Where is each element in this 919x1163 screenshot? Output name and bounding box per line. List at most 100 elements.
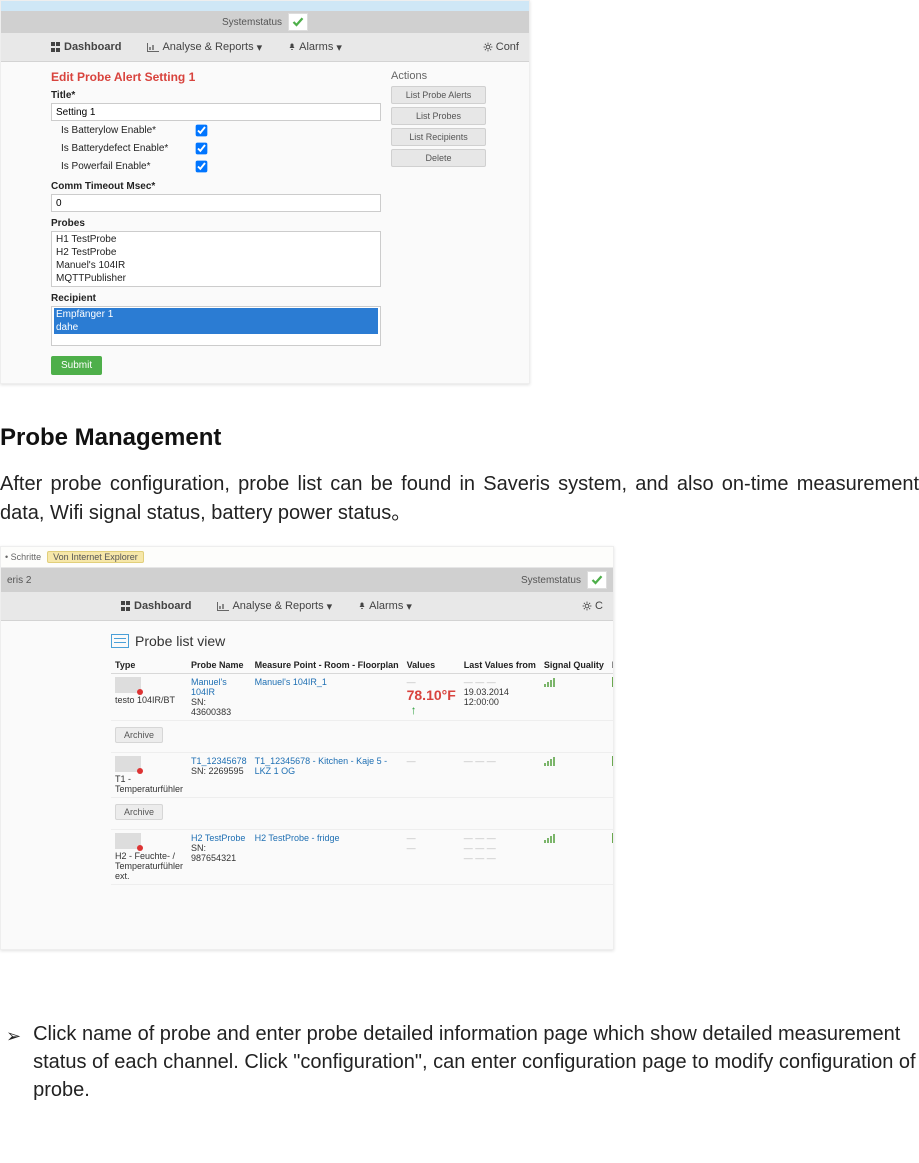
col-name: Probe Name — [187, 657, 251, 674]
list-item[interactable]: Empfänger 1 — [54, 308, 378, 321]
last-dash: — — — — [464, 853, 536, 863]
list-item[interactable]: MQTTPublisher — [54, 272, 378, 285]
probe-name-link[interactable]: T1_12345678 — [191, 756, 247, 766]
table-row: H2 - Feuchte- / Temperaturfühler ext. H2… — [111, 830, 614, 885]
paragraph: After probe configuration, probe list ca… — [0, 470, 919, 528]
last-dash: — — — — [464, 756, 496, 766]
nav-dashboard[interactable]: Dashboard — [41, 41, 131, 53]
list-icon — [111, 634, 129, 648]
last-values-from: 19.03.2014 12:00:00 — [464, 687, 509, 707]
list-item[interactable]: H1 TestProbe — [54, 233, 378, 246]
ie-tab: • Schritte — [5, 552, 41, 562]
powerfail-checkbox[interactable] — [196, 160, 208, 172]
measure-point-link[interactable]: T1_12345678 - Kitchen - Kaje 5 - LKZ 1 O… — [255, 756, 388, 776]
value-dash: — — [407, 677, 456, 687]
col-battery: Battery — [608, 657, 614, 674]
grid-icon — [121, 601, 131, 611]
nav-alarms[interactable]: Alarms▾ — [348, 600, 422, 613]
last-dash: — — — — [464, 843, 536, 853]
systemstatus-bar: Systemstatus — [1, 11, 529, 33]
nav-analyse[interactable]: Analyse & Reports▾ — [137, 41, 272, 54]
gear-icon — [483, 42, 493, 52]
recipient-listbox[interactable]: Empfänger 1 dahe — [51, 306, 381, 346]
probe-icon — [115, 756, 141, 772]
app-title-bar: eris 2 Systemstatus — [1, 568, 613, 592]
nav-alarms[interactable]: Alarms▾ — [278, 41, 352, 54]
probe-name-link[interactable]: H2 TestProbe — [191, 833, 245, 843]
app-title: eris 2 — [7, 575, 31, 586]
nav-config-label: Conf — [496, 41, 519, 53]
list-item[interactable]: Manuel's 104IR — [54, 259, 378, 272]
probes-label: Probes — [51, 218, 381, 229]
table-row: T1 - Temperaturfühler T1_12345678 SN: 22… — [111, 753, 614, 798]
bell-icon — [288, 43, 296, 51]
measure-point-link[interactable]: Manuel's 104IR_1 — [255, 677, 327, 687]
submit-button[interactable]: Submit — [51, 356, 102, 375]
list-recipients-button[interactable]: List Recipients — [391, 128, 486, 146]
battery-icon — [612, 677, 614, 687]
batterylow-checkbox[interactable] — [196, 124, 208, 136]
systemstatus-label: Systemstatus — [521, 575, 581, 586]
title-label: Title* — [51, 90, 381, 101]
nav-config[interactable]: C — [572, 600, 613, 612]
caret-down-icon: ▾ — [257, 41, 263, 54]
recipient-label: Recipient — [51, 293, 381, 304]
nav-analyse[interactable]: Analyse & Reports▾ — [207, 600, 342, 613]
probe-icon — [115, 833, 141, 849]
batterylow-label: Is Batterylow Enable* — [61, 125, 191, 136]
nav-dashboard-label: Dashboard — [64, 41, 121, 53]
probe-type-text: testo 104IR/BT — [115, 695, 175, 705]
archive-button[interactable]: Archive — [115, 804, 163, 820]
title-input[interactable] — [51, 103, 381, 121]
window-strip — [1, 1, 529, 11]
actions-title: Actions — [391, 70, 486, 82]
probe-sn: SN: 43600383 — [191, 697, 231, 717]
table-header-row: Type Probe Name Measure Point - Room - F… — [111, 657, 614, 674]
value-dash: — — [407, 843, 456, 853]
list-probes-button[interactable]: List Probes — [391, 107, 486, 125]
measure-point-link[interactable]: H2 TestProbe - fridge — [255, 833, 340, 843]
archive-button[interactable]: Archive — [115, 727, 163, 743]
list-item[interactable]: H2 TestProbe — [54, 246, 378, 259]
arrow-up-icon: ↑ — [407, 703, 417, 717]
nav-config[interactable]: Conf — [473, 41, 529, 53]
signal-icon — [544, 756, 555, 766]
probe-list-table: Type Probe Name Measure Point - Room - F… — [111, 657, 614, 885]
comm-timeout-input[interactable] — [51, 194, 381, 212]
probes-listbox[interactable]: H1 TestProbe H2 TestProbe Manuel's 104IR… — [51, 231, 381, 287]
caret-down-icon: ▾ — [336, 41, 342, 54]
probe-name-link[interactable]: Manuel's 104IR — [191, 677, 227, 697]
nav-dashboard-label: Dashboard — [134, 600, 191, 612]
col-values: Values — [403, 657, 460, 674]
bullet-item: ➢ Click name of probe and enter probe de… — [0, 1020, 919, 1104]
list-probe-alerts-button[interactable]: List Probe Alerts — [391, 86, 486, 104]
value-reading: 78.10°F — [407, 687, 456, 703]
edit-form: Edit Probe Alert Setting 1 Title* Is Bat… — [51, 70, 381, 384]
signal-icon — [544, 833, 555, 843]
list-item[interactable]: dahe — [54, 321, 378, 334]
col-signal: Signal Quality — [540, 657, 608, 674]
nav-dashboard[interactable]: Dashboard — [111, 600, 201, 612]
table-row: testo 104IR/BT Manuel's 104IR SN: 436003… — [111, 674, 614, 721]
batterydefect-checkbox[interactable] — [196, 142, 208, 154]
col-last: Last Values from — [460, 657, 540, 674]
powerfail-label: Is Powerfail Enable* — [61, 161, 191, 172]
grid-icon — [51, 42, 61, 52]
nav-config-label: C — [595, 600, 603, 612]
delete-button[interactable]: Delete — [391, 149, 486, 167]
browser-bar: • Schritte Von Internet Explorer — [1, 547, 613, 568]
bullet-icon: ➢ — [6, 1020, 21, 1104]
status-ok-icon — [587, 571, 607, 589]
nav-alarms-label: Alarms — [369, 600, 403, 612]
screenshot-edit-probe-alert: Systemstatus Dashboard Analyse & Reports… — [0, 0, 530, 384]
batterydefect-label: Is Batterydefect Enable* — [61, 143, 191, 154]
caret-down-icon: ▾ — [406, 600, 412, 613]
probe-sn: SN: 987654321 — [191, 843, 236, 863]
form-heading: Edit Probe Alert Setting 1 — [51, 70, 381, 84]
section-heading: Probe Management — [0, 424, 919, 452]
signal-icon — [544, 677, 555, 687]
value-dash: — — [407, 833, 456, 843]
nav-analyse-label: Analyse & Reports — [232, 600, 323, 612]
gear-icon — [582, 601, 592, 611]
battery-icon — [612, 756, 614, 766]
